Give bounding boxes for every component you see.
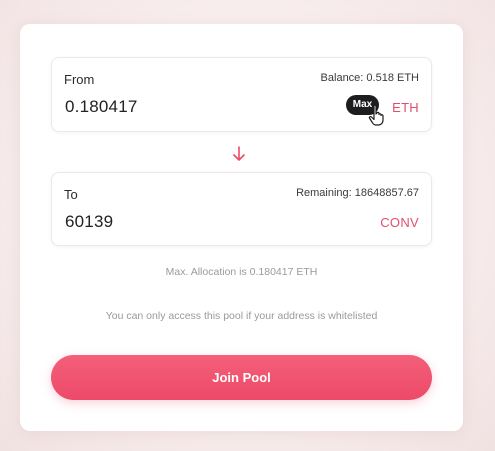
to-amount-input[interactable]: 60139 [65,212,113,232]
max-allocation-text: Max. Allocation is 0.180417 ETH [165,266,318,278]
join-pool-button[interactable]: Join Pool [51,355,432,400]
join-pool-card: From Balance: 0.518 ETH 0.180417 Max ETH… [20,24,463,431]
to-label: To [64,187,78,202]
whitelist-notice: You can only access this pool if your ad… [105,310,378,322]
to-token-symbol: CONV [380,215,419,230]
arrow-down-icon [233,146,245,161]
pointer-hand-icon [368,104,384,126]
from-label: From [64,72,95,87]
remaining-text: Remaining: 18648857.67 [296,187,419,199]
from-amount-input[interactable]: 0.180417 [65,97,138,117]
to-field: To Remaining: 18648857.67 60139 CONV [51,172,432,246]
from-field: From Balance: 0.518 ETH 0.180417 Max ETH [51,57,432,132]
from-token-symbol[interactable]: ETH [392,100,419,115]
balance-text: Balance: 0.518 ETH [320,72,419,84]
